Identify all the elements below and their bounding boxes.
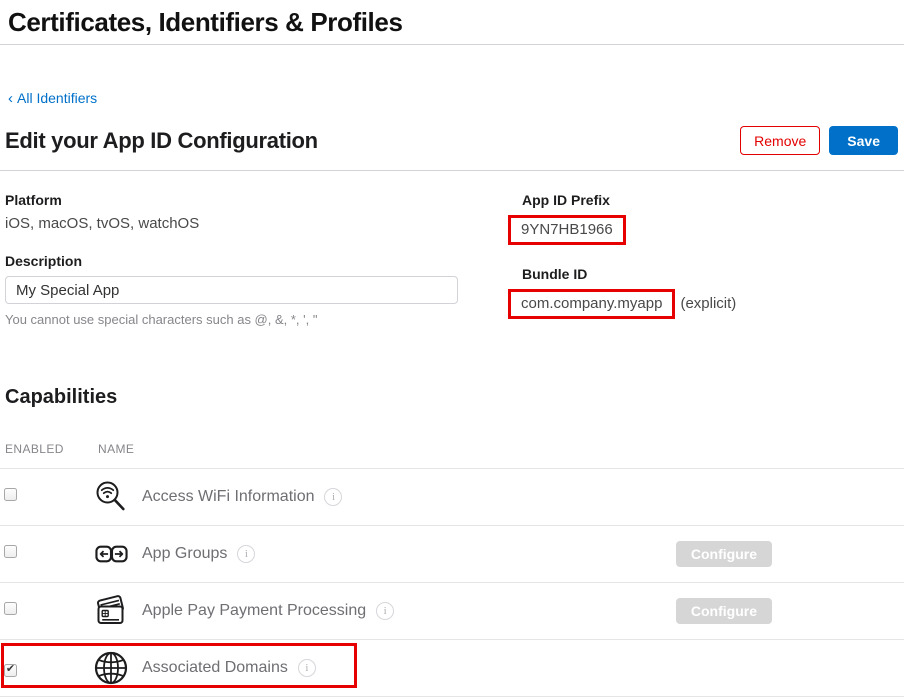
editor-actions: Remove Save <box>740 126 898 155</box>
capability-name: Access WiFi Information <box>142 488 314 506</box>
capability-name: Associated Domains <box>142 659 288 677</box>
bundle-id-suffix: (explicit) <box>680 295 736 312</box>
description-input[interactable] <box>5 276 458 304</box>
configure-button[interactable]: Configure <box>676 598 772 624</box>
description-label: Description <box>5 253 522 269</box>
back-link[interactable]: ‹All Identifiers <box>8 90 97 106</box>
wifi-search-icon <box>92 480 130 514</box>
info-glyph: i <box>245 548 248 560</box>
checkmark-icon: ✔ <box>6 664 15 675</box>
table-row-associated-domains: ✔ Associated Domains i <box>0 640 904 697</box>
configure-button[interactable]: Configure <box>676 541 772 567</box>
capability-checkbox[interactable]: ✔ <box>4 664 17 677</box>
annotation-box: com.company.myapp <box>508 289 675 319</box>
remove-button[interactable]: Remove <box>740 126 820 155</box>
editor-header: Edit your App ID Configuration Remove Sa… <box>0 126 904 155</box>
table-row-access-wifi: ✔ Access WiFi Information i <box>0 469 904 526</box>
capability-checkbox[interactable]: ✔ <box>4 488 17 501</box>
capabilities-heading: Capabilities <box>5 386 904 409</box>
app-id-prefix-value: 9YN7HB1966 <box>521 221 613 238</box>
app-id-form: Platform iOS, macOS, tvOS, watchOS Descr… <box>0 171 904 348</box>
bundle-id-field: Bundle ID com.company.myapp (explicit) <box>522 266 904 319</box>
info-icon[interactable]: i <box>324 488 342 506</box>
info-glyph: i <box>332 491 335 503</box>
page-title: Certificates, Identifiers & Profiles <box>8 7 896 38</box>
apple-pay-icon <box>92 595 130 627</box>
info-glyph: i <box>384 605 387 617</box>
save-button[interactable]: Save <box>829 126 898 155</box>
app-id-prefix-label: App ID Prefix <box>522 192 904 208</box>
table-row-apple-pay: ✔ Apple Pay Payment Processing i Configu… <box>0 583 904 640</box>
app-id-prefix-field: App ID Prefix 9YN7HB1966 <box>522 192 904 245</box>
info-glyph: i <box>305 662 308 674</box>
editor-heading: Edit your App ID Configuration <box>5 128 318 154</box>
chevron-left-icon: ‹ <box>8 90 13 107</box>
capabilities-table-header: ENABLED NAME <box>0 442 904 456</box>
back-link-label: All Identifiers <box>17 90 97 106</box>
annotation-box: 9YN7HB1966 <box>508 215 626 245</box>
column-header-enabled: ENABLED <box>5 442 98 456</box>
breadcrumb: ‹All Identifiers <box>8 90 904 108</box>
description-field: Description You cannot use special chara… <box>5 253 522 327</box>
capability-checkbox[interactable]: ✔ <box>4 602 17 615</box>
capability-name: App Groups <box>142 545 227 563</box>
platform-label: Platform <box>5 192 522 208</box>
capabilities-table: ✔ Access WiFi Information i ✔ <box>0 468 904 697</box>
capability-checkbox[interactable]: ✔ <box>4 545 17 558</box>
info-icon[interactable]: i <box>237 545 255 563</box>
capability-name: Apple Pay Payment Processing <box>142 602 366 620</box>
column-header-name: NAME <box>98 442 134 456</box>
page-header: Certificates, Identifiers & Profiles <box>0 0 904 45</box>
platform-value: iOS, macOS, tvOS, watchOS <box>5 215 522 232</box>
platform-field: Platform iOS, macOS, tvOS, watchOS <box>5 192 522 232</box>
description-help-text: You cannot use special characters such a… <box>5 312 522 327</box>
globe-icon <box>92 650 130 686</box>
bundle-id-value: com.company.myapp <box>521 295 662 312</box>
bundle-id-label: Bundle ID <box>522 266 904 282</box>
table-row-app-groups: ✔ App Groups i Configure <box>0 526 904 583</box>
app-groups-icon <box>92 542 130 566</box>
info-icon[interactable]: i <box>298 659 316 677</box>
info-icon[interactable]: i <box>376 602 394 620</box>
